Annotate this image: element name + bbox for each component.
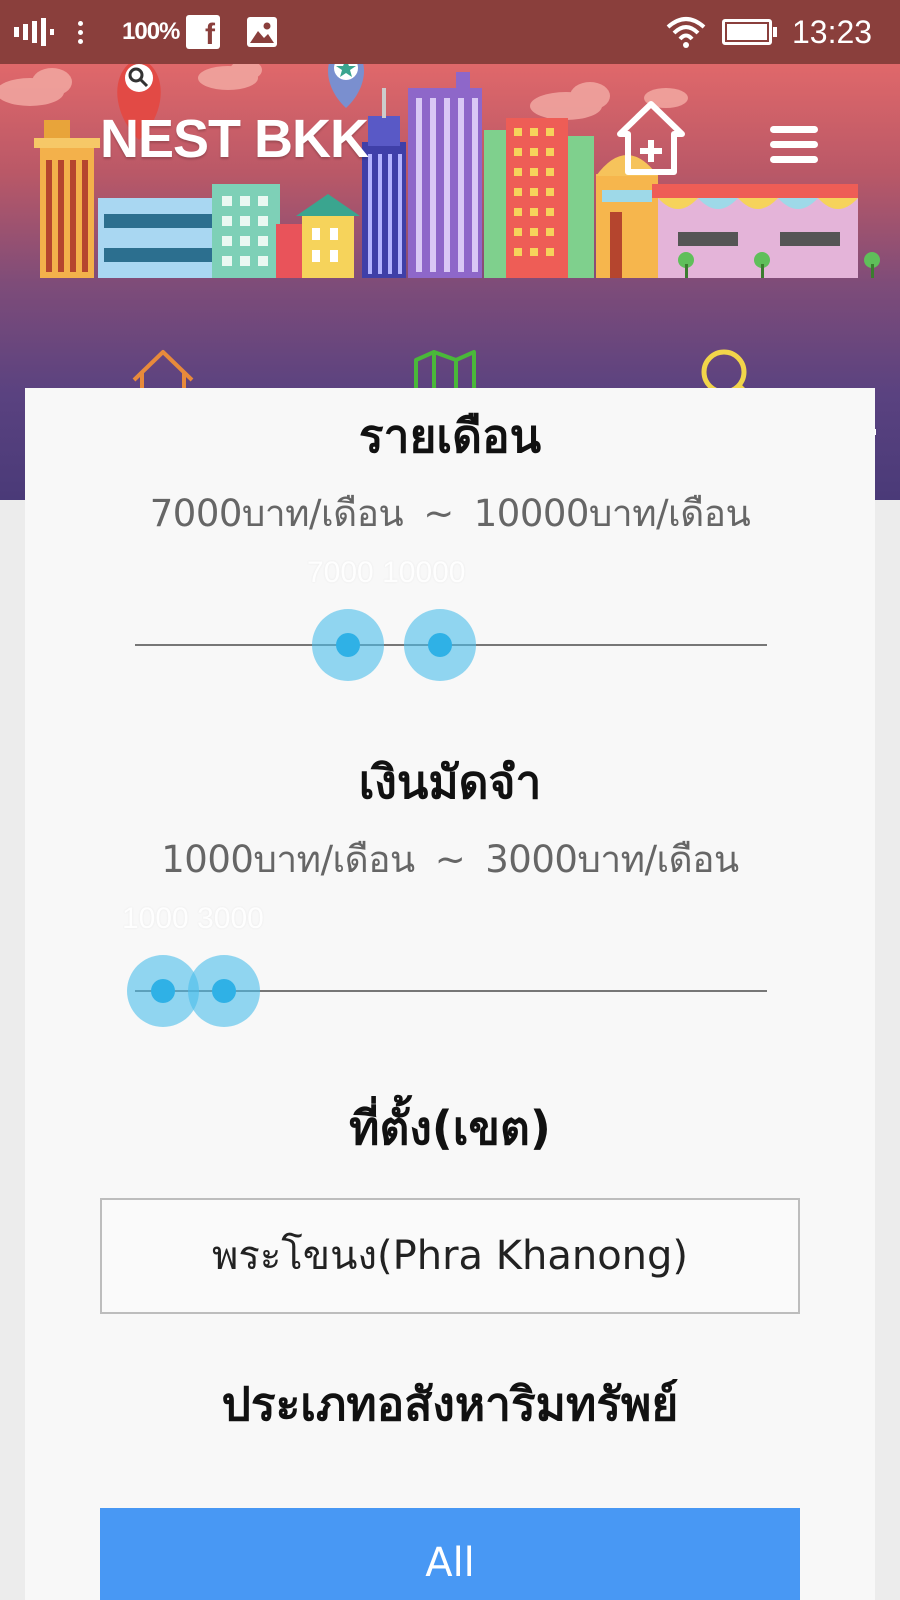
rent-range-label: 7000บาท/เดือน ~10000บาท/เดือน: [25, 484, 875, 543]
status-bar: 100% f 13:23: [0, 0, 900, 64]
search-filter-card: รายเดือน 7000บาท/เดือน ~10000บาท/เดือน 70…: [25, 388, 875, 1600]
property-type-title: ประเภทอสังหาริมทรัพย์: [221, 1377, 679, 1431]
deposit-min-label: 1000บาท/เดือน: [161, 838, 415, 881]
facebook-icon: f: [186, 0, 220, 64]
battery-percent: 100%: [122, 18, 180, 45]
app-logo-text: NEST BKK: [100, 109, 369, 169]
district-select[interactable]: พระโขนง(Phra Khanong): [100, 1198, 800, 1314]
deposit-max-label: 3000บาท/เดือน: [485, 838, 739, 881]
rent-min-thumb[interactable]: [312, 609, 384, 681]
pin-star-icon: [328, 64, 364, 108]
rent-title: รายเดือน: [358, 409, 542, 463]
battery-icon: [722, 0, 777, 64]
signal-icon: [14, 0, 58, 64]
location-title: ที่ตั้ง(เขต): [349, 1101, 551, 1155]
rent-max-thumb[interactable]: [404, 609, 476, 681]
deposit-range-label: 1000บาท/เดือน ~3000บาท/เดือน: [25, 830, 875, 889]
city-skyline-illustration: [0, 64, 880, 278]
deposit-slider-value-text: 1000 3000: [122, 902, 264, 935]
rent-separator: ~: [423, 492, 454, 535]
clock: 13:23: [792, 13, 873, 50]
menu-icon[interactable]: [770, 126, 818, 171]
rent-min-label: 7000บาท/เดือน: [149, 492, 404, 535]
wifi-icon: [666, 0, 706, 64]
rent-max-label: 10000บาท/เดือน: [473, 492, 751, 535]
add-listing-icon[interactable]: [616, 98, 686, 182]
rent-slider-value-text: 7000 10000: [307, 556, 466, 589]
deposit-title: เงินมัดจำ: [358, 755, 542, 809]
property-type-all-button[interactable]: All: [100, 1508, 800, 1600]
overflow-dots-icon: [78, 0, 83, 64]
deposit-max-thumb[interactable]: [188, 955, 260, 1027]
gallery-icon: [246, 0, 278, 64]
deposit-separator: ~: [434, 838, 466, 881]
